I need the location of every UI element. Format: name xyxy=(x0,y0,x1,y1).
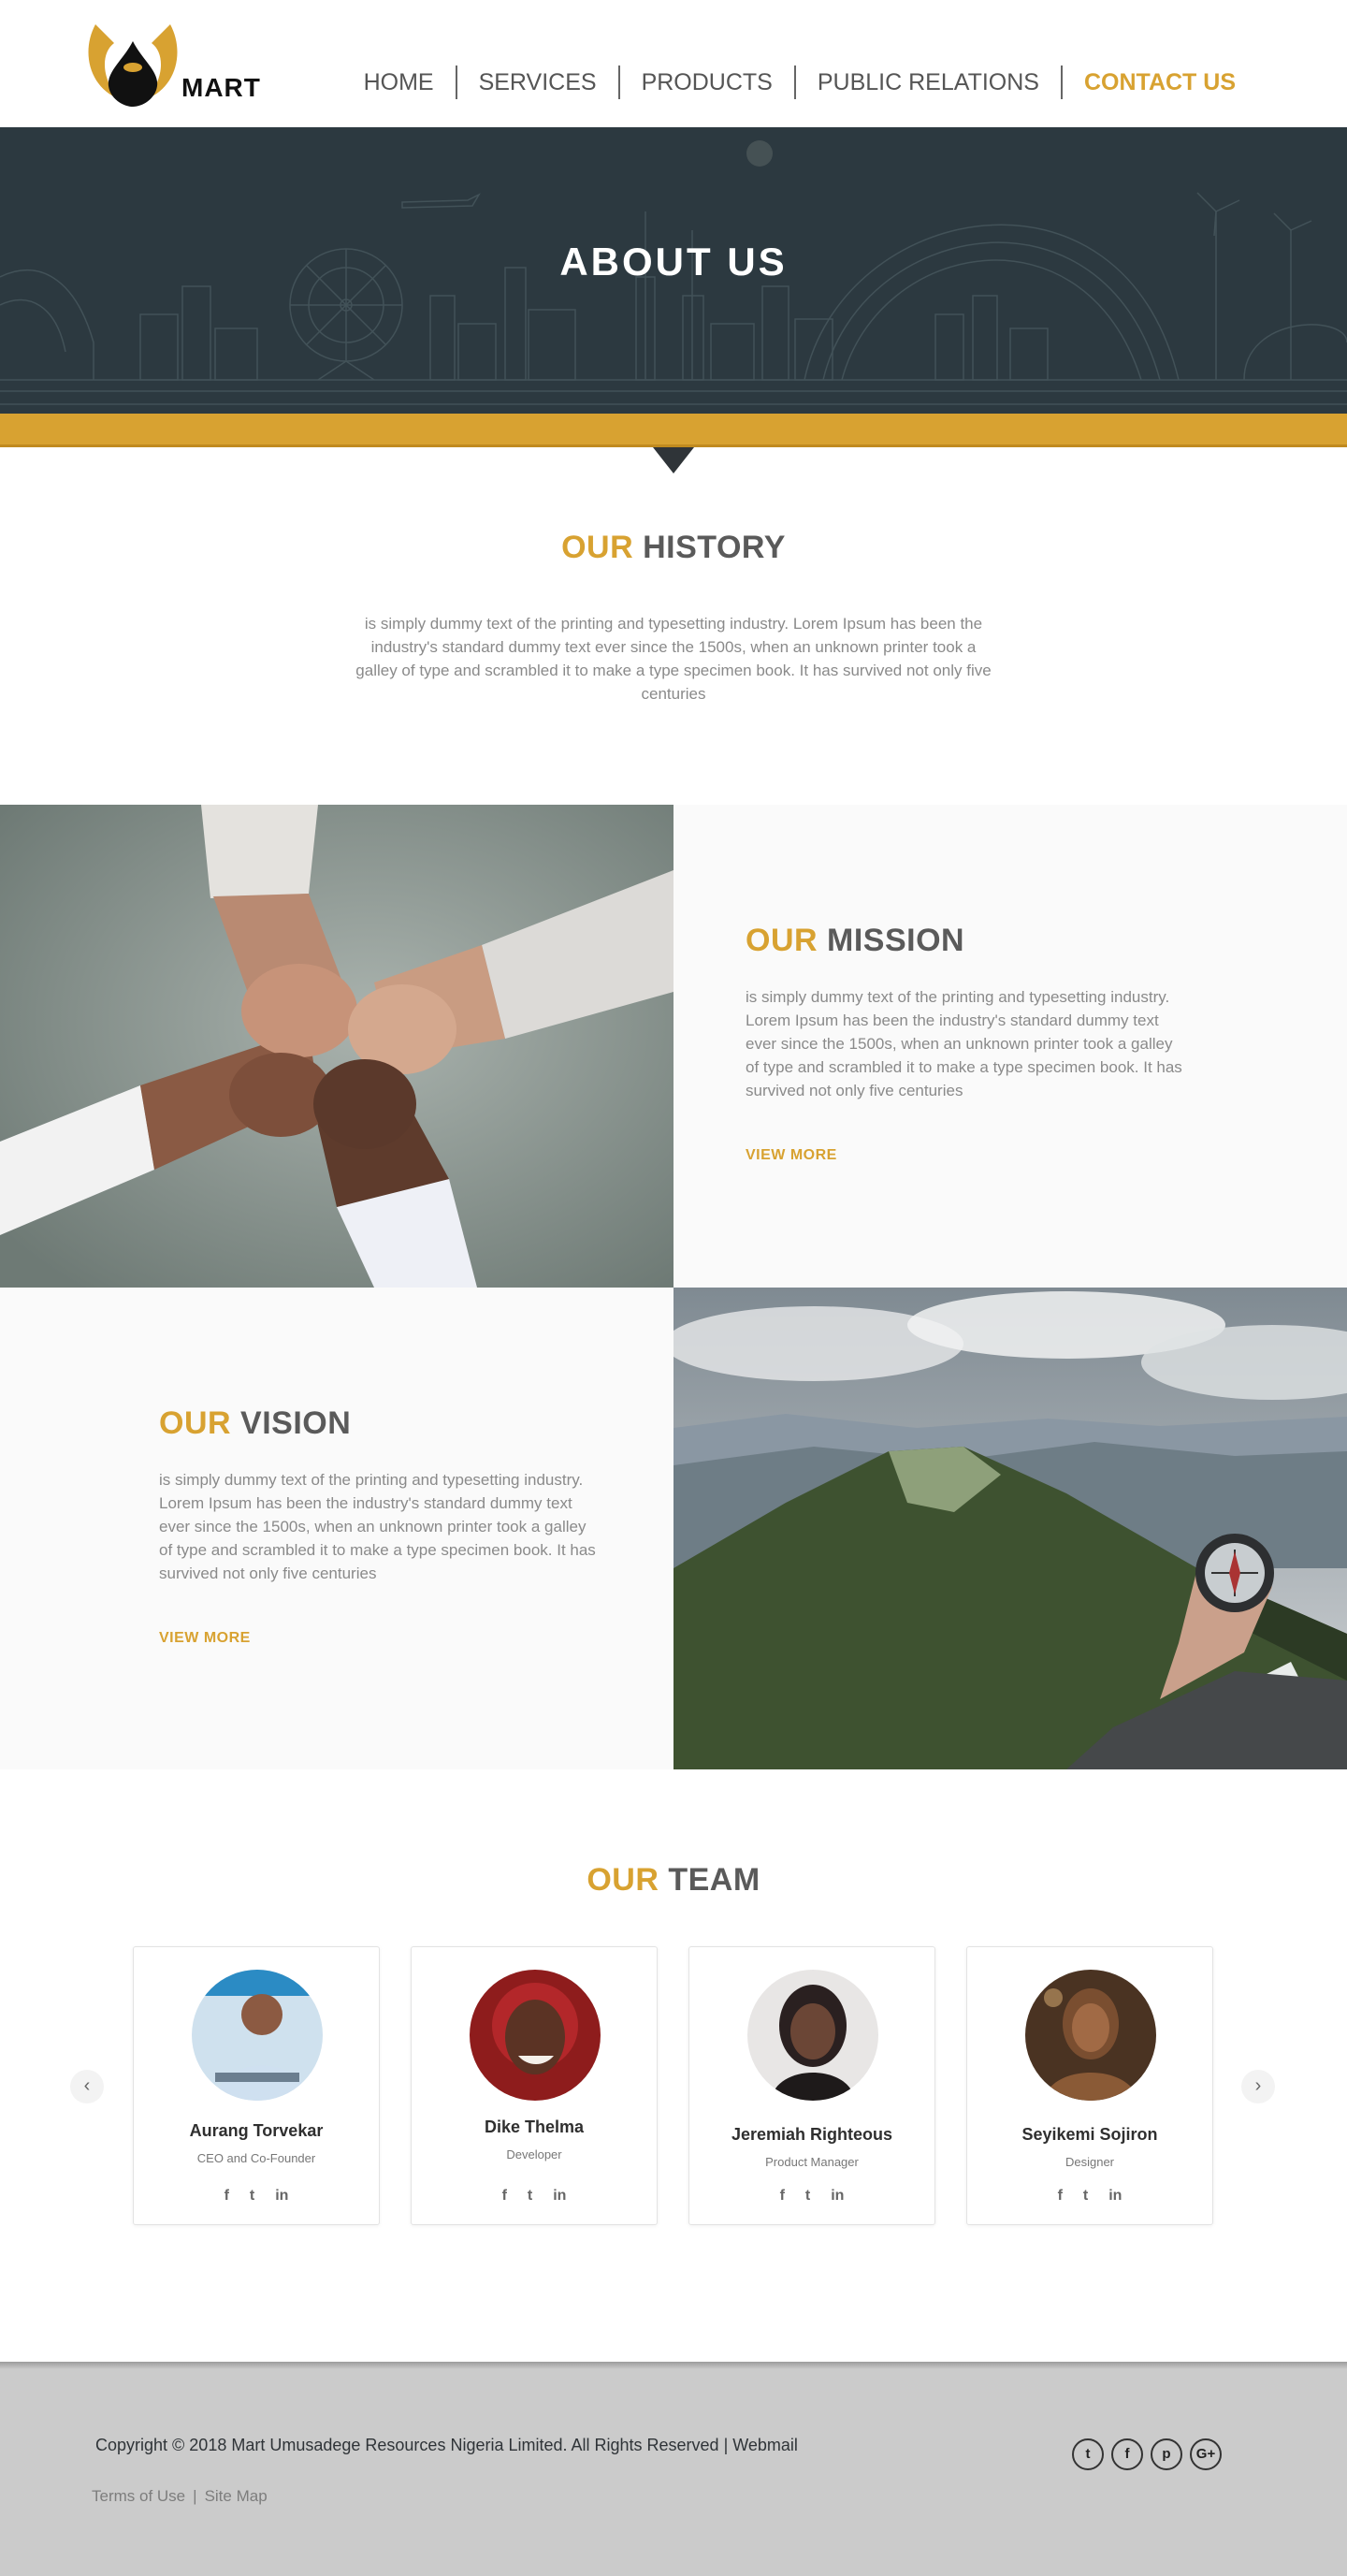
facebook-icon[interactable]: f xyxy=(780,2187,785,2205)
member-name: Dike Thelma xyxy=(484,2118,585,2136)
mission-text: is simply dummy text of the printing and… xyxy=(746,988,1182,1099)
facebook-icon[interactable]: f xyxy=(1058,2187,1063,2205)
history-text: is simply dummy text of the printing and… xyxy=(355,615,992,703)
twitter-icon[interactable]: t xyxy=(528,2187,532,2205)
brand-name: MART xyxy=(181,73,261,102)
brand-logo[interactable]: MART xyxy=(86,21,264,107)
team-card[interactable]: Dike Thelma Developer f t in xyxy=(411,1946,658,2225)
linkedin-icon[interactable]: in xyxy=(1108,2187,1122,2205)
facebook-icon[interactable]: f xyxy=(224,2187,229,2205)
member-socials: f t in xyxy=(689,2187,934,2205)
facebook-icon[interactable]: f xyxy=(1111,2438,1143,2470)
member-role: CEO and Co-Founder xyxy=(196,2151,316,2165)
member-name: Aurang Torvekar xyxy=(189,2121,324,2140)
vision-text: is simply dummy text of the printing and… xyxy=(159,1471,596,1582)
mission-image xyxy=(0,805,674,1288)
site-map-link[interactable]: Site Map xyxy=(205,2487,268,2505)
member-socials: f t in xyxy=(134,2187,379,2205)
nav-home[interactable]: HOME xyxy=(342,65,456,99)
member-role: Developer xyxy=(506,2147,562,2161)
nav-public-relations[interactable]: PUBLIC RELATIONS xyxy=(793,65,1061,99)
footer-socials: t f p G+ xyxy=(1072,2438,1222,2470)
vision-heading-accent: OUR xyxy=(159,1405,232,1441)
copyright-text: Copyright © 2018 Mart Umusadege Resource… xyxy=(95,2436,798,2454)
team-card[interactable]: Seyikemi Sojiron Designer f t in xyxy=(966,1946,1213,2225)
twitter-icon[interactable]: t xyxy=(805,2187,810,2205)
twitter-icon[interactable]: t xyxy=(250,2187,254,2205)
hero-banner: ABOUT US xyxy=(0,127,1347,414)
nav-contact-us[interactable]: CONTACT US xyxy=(1060,65,1257,99)
linkedin-icon[interactable]: in xyxy=(553,2187,566,2205)
facebook-icon[interactable]: f xyxy=(502,2187,507,2205)
hero-accent-band xyxy=(0,414,1347,447)
team-heading-rest: TEAM xyxy=(668,1862,760,1898)
twitter-icon[interactable]: t xyxy=(1083,2187,1088,2205)
team-heading-accent: OUR xyxy=(587,1862,659,1898)
nav-services[interactable]: SERVICES xyxy=(455,65,618,99)
vision-view-more-link[interactable]: VIEW MORE xyxy=(159,1630,251,1647)
vision-heading-rest: VISION xyxy=(240,1405,352,1441)
google-plus-icon[interactable]: G+ xyxy=(1190,2438,1222,2470)
mission-view-more-link[interactable]: VIEW MORE xyxy=(746,1147,837,1164)
fist-bump-photo xyxy=(0,805,674,1288)
footer-links: Terms of Use | Site Map xyxy=(92,2487,268,2506)
mission-heading-rest: MISSION xyxy=(827,923,965,958)
linkedin-icon[interactable]: in xyxy=(275,2187,288,2205)
history-heading-rest: HISTORY xyxy=(643,530,786,565)
linkedin-icon[interactable]: in xyxy=(831,2187,844,2205)
terms-of-use-link[interactable]: Terms of Use xyxy=(92,2487,185,2505)
team-card[interactable]: Aurang Torvekar CEO and Co-Founder f t i… xyxy=(133,1946,380,2225)
pinterest-icon[interactable]: p xyxy=(1151,2438,1182,2470)
team-card[interactable]: Jeremiah Righteous Product Manager f t i… xyxy=(688,1946,935,2225)
member-name: Jeremiah Righteous xyxy=(731,2125,893,2144)
page-title: ABOUT US xyxy=(559,240,788,284)
avatar xyxy=(747,1970,878,2101)
history-heading-accent: OUR xyxy=(561,530,634,565)
carousel-next-button[interactable]: › xyxy=(1241,2070,1275,2103)
avatar xyxy=(470,1970,601,2101)
nav-products[interactable]: PRODUCTS xyxy=(617,65,794,99)
team-heading: OUR TEAM xyxy=(0,1862,1347,1899)
logo-drop-icon xyxy=(88,24,178,107)
avatar xyxy=(192,1970,323,2101)
avatar xyxy=(1025,1970,1156,2101)
vision-heading: OUR VISION xyxy=(159,1405,351,1442)
mission-heading: OUR MISSION xyxy=(746,923,964,959)
mission-heading-accent: OUR xyxy=(746,923,818,958)
member-name: Seyikemi Sojiron xyxy=(1021,2125,1158,2144)
member-role: Designer xyxy=(1065,2155,1115,2169)
main-nav: HOME SERVICES PRODUCTS PUBLIC RELATIONS … xyxy=(342,65,1257,99)
site-footer: Copyright © 2018 Mart Umusadege Resource… xyxy=(0,2362,1347,2576)
history-heading: OUR HISTORY xyxy=(0,530,1347,566)
carousel-prev-button[interactable]: ‹ xyxy=(70,2070,104,2103)
vision-image xyxy=(674,1288,1347,1769)
site-header: MART HOME SERVICES PRODUCTS PUBLIC RELAT… xyxy=(0,0,1347,127)
member-socials: f t in xyxy=(412,2187,657,2205)
member-socials: f t in xyxy=(967,2187,1212,2205)
member-role: Product Manager xyxy=(765,2155,859,2169)
twitter-icon[interactable]: t xyxy=(1072,2438,1104,2470)
section-pointer-icon xyxy=(653,447,694,473)
footer-top-shadow xyxy=(0,2362,1347,2369)
footer-link-separator: | xyxy=(193,2487,197,2505)
mountain-compass-photo xyxy=(674,1288,1347,1769)
